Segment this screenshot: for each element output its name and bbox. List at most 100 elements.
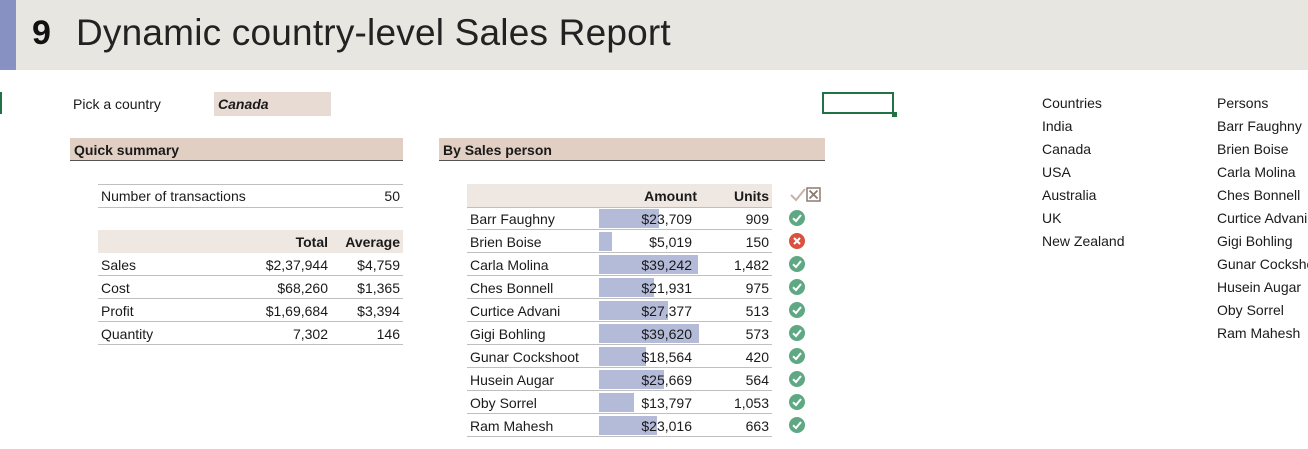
sales-person-name: Ches Bonnell — [470, 280, 554, 296]
divider — [467, 436, 772, 437]
country-item: Canada — [1042, 141, 1092, 157]
sales-person-row: Gigi Bohling $39,620 573 — [467, 322, 805, 345]
report-number: 9 — [32, 14, 51, 52]
divider — [98, 344, 403, 345]
summary-row-cost: Cost $68,260 $1,365 — [98, 276, 403, 299]
person-item: Ram Mahesh — [1217, 325, 1301, 341]
summary-row-profit: Profit $1,69,684 $3,394 — [98, 299, 403, 322]
sales-amount: $18,564 — [641, 349, 692, 365]
sales-person-row: Barr Faughny $23,709 909 — [467, 207, 805, 230]
country-item: Australia — [1042, 187, 1097, 203]
sales-units: 150 — [745, 234, 769, 250]
person-item: Curtice Advani — [1217, 210, 1308, 226]
divider — [98, 184, 403, 185]
sales-person-name: Curtice Advani — [470, 303, 561, 319]
sales-units: 564 — [745, 372, 769, 388]
sales-person-row: Ram Mahesh $23,016 663 — [467, 414, 805, 437]
country-input-value[interactable]: Canada — [218, 96, 269, 112]
quick-summary-heading: Quick summary — [70, 138, 403, 161]
sales-amount: $21,931 — [641, 280, 692, 296]
divider — [98, 207, 403, 208]
sales-amount: $39,242 — [641, 257, 692, 273]
person-item: Ches Bonnell — [1217, 187, 1301, 203]
sales-person-name: Carla Molina — [470, 257, 549, 273]
sales-person-row: Ches Bonnell $21,931 975 — [467, 276, 805, 299]
status-check-icon — [789, 394, 805, 410]
sales-units: 975 — [745, 280, 769, 296]
transactions-label: Number of transactions — [101, 188, 246, 204]
row-indicator — [0, 92, 2, 114]
summary-row-quantity: Quantity 7,302 146 — [98, 322, 403, 345]
sales-units: 663 — [745, 418, 769, 434]
countries-list: Countries India Canada USA Australia UK … — [1042, 92, 1125, 253]
persons-list: Persons Barr Faughny Brien Boise Carla M… — [1217, 92, 1308, 345]
person-item: Brien Boise — [1217, 141, 1289, 157]
sales-amount: $13,797 — [641, 395, 692, 411]
transactions-value: 50 — [384, 188, 400, 204]
sales-person-name: Gunar Cockshoot — [470, 349, 579, 365]
column-header-average: Average — [345, 234, 400, 250]
sales-amount: $39,620 — [641, 326, 692, 342]
summary-row-average: $3,394 — [357, 303, 400, 319]
status-check-icon — [789, 256, 805, 272]
summary-row-sales: Sales $2,37,944 $4,759 — [98, 253, 403, 276]
sales-units: 1,482 — [733, 257, 769, 273]
sales-person-row: Husein Augar $25,669 564 — [467, 368, 805, 391]
summary-row-label: Sales — [101, 257, 137, 273]
sales-units: 1,053 — [733, 395, 769, 411]
report-title: Dynamic country-level Sales Report — [76, 12, 671, 53]
sales-amount: $23,709 — [641, 211, 692, 227]
summary-row-total: $2,37,944 — [265, 257, 328, 273]
summary-row-label: Profit — [101, 303, 134, 319]
country-item: India — [1042, 118, 1073, 134]
sales-units: 513 — [745, 303, 769, 319]
status-check-icon — [789, 417, 805, 433]
country-item: New Zealand — [1042, 233, 1125, 249]
sales-person-name: Husein Augar — [470, 372, 555, 388]
sales-person-row: Carla Molina $39,242 1,482 — [467, 253, 805, 276]
status-check-icon — [789, 210, 805, 226]
summary-row-total: 7,302 — [292, 326, 328, 342]
countries-header: Countries — [1042, 95, 1102, 111]
person-item: Gigi Bohling — [1217, 233, 1293, 249]
sales-amount: $23,016 — [641, 418, 692, 434]
status-check-icon — [789, 325, 805, 341]
summary-row-total: $1,69,684 — [265, 303, 328, 319]
person-item: Husein Augar — [1217, 279, 1302, 295]
person-item: Barr Faughny — [1217, 118, 1302, 134]
status-cross-icon — [789, 233, 805, 249]
by-sales-person-heading: By Sales person — [439, 138, 825, 161]
sales-person-name: Oby Sorrel — [470, 395, 537, 411]
sales-amount: $27,377 — [641, 303, 692, 319]
column-header-amount: Amount — [644, 188, 697, 204]
person-item: Gunar Cockshoot — [1217, 256, 1308, 272]
sales-person-row: Curtice Advani $27,377 513 — [467, 299, 805, 322]
summary-row-label: Cost — [101, 280, 130, 296]
column-header-units: Units — [734, 188, 769, 204]
fill-handle[interactable] — [892, 112, 897, 117]
summary-row-total: $68,260 — [277, 280, 328, 296]
summary-row-average: 146 — [376, 326, 400, 342]
person-item: Oby Sorrel — [1217, 302, 1284, 318]
sales-person-row: Oby Sorrel $13,797 1,053 — [467, 391, 805, 414]
summary-row-label: Quantity — [101, 326, 154, 342]
sales-person-name: Ram Mahesh — [470, 418, 554, 434]
country-item: USA — [1042, 164, 1071, 180]
check-icon — [790, 188, 806, 202]
sales-person-name: Barr Faughny — [470, 211, 555, 227]
country-item: UK — [1042, 210, 1062, 226]
summary-row-average: $4,759 — [357, 257, 400, 273]
header-accent-bar — [0, 0, 16, 70]
sales-units: 573 — [745, 326, 769, 342]
sales-units: 909 — [745, 211, 769, 227]
status-header-icons — [789, 187, 823, 208]
cross-box-icon — [806, 187, 821, 202]
person-item: Carla Molina — [1217, 164, 1296, 180]
sales-person-name: Gigi Bohling — [470, 326, 546, 342]
pick-country-label: Pick a country — [73, 96, 161, 112]
status-check-icon — [789, 279, 805, 295]
sales-person-name: Brien Boise — [470, 234, 542, 250]
sales-amount: $25,669 — [641, 372, 692, 388]
status-check-icon — [789, 302, 805, 318]
selected-cell[interactable] — [822, 92, 894, 114]
